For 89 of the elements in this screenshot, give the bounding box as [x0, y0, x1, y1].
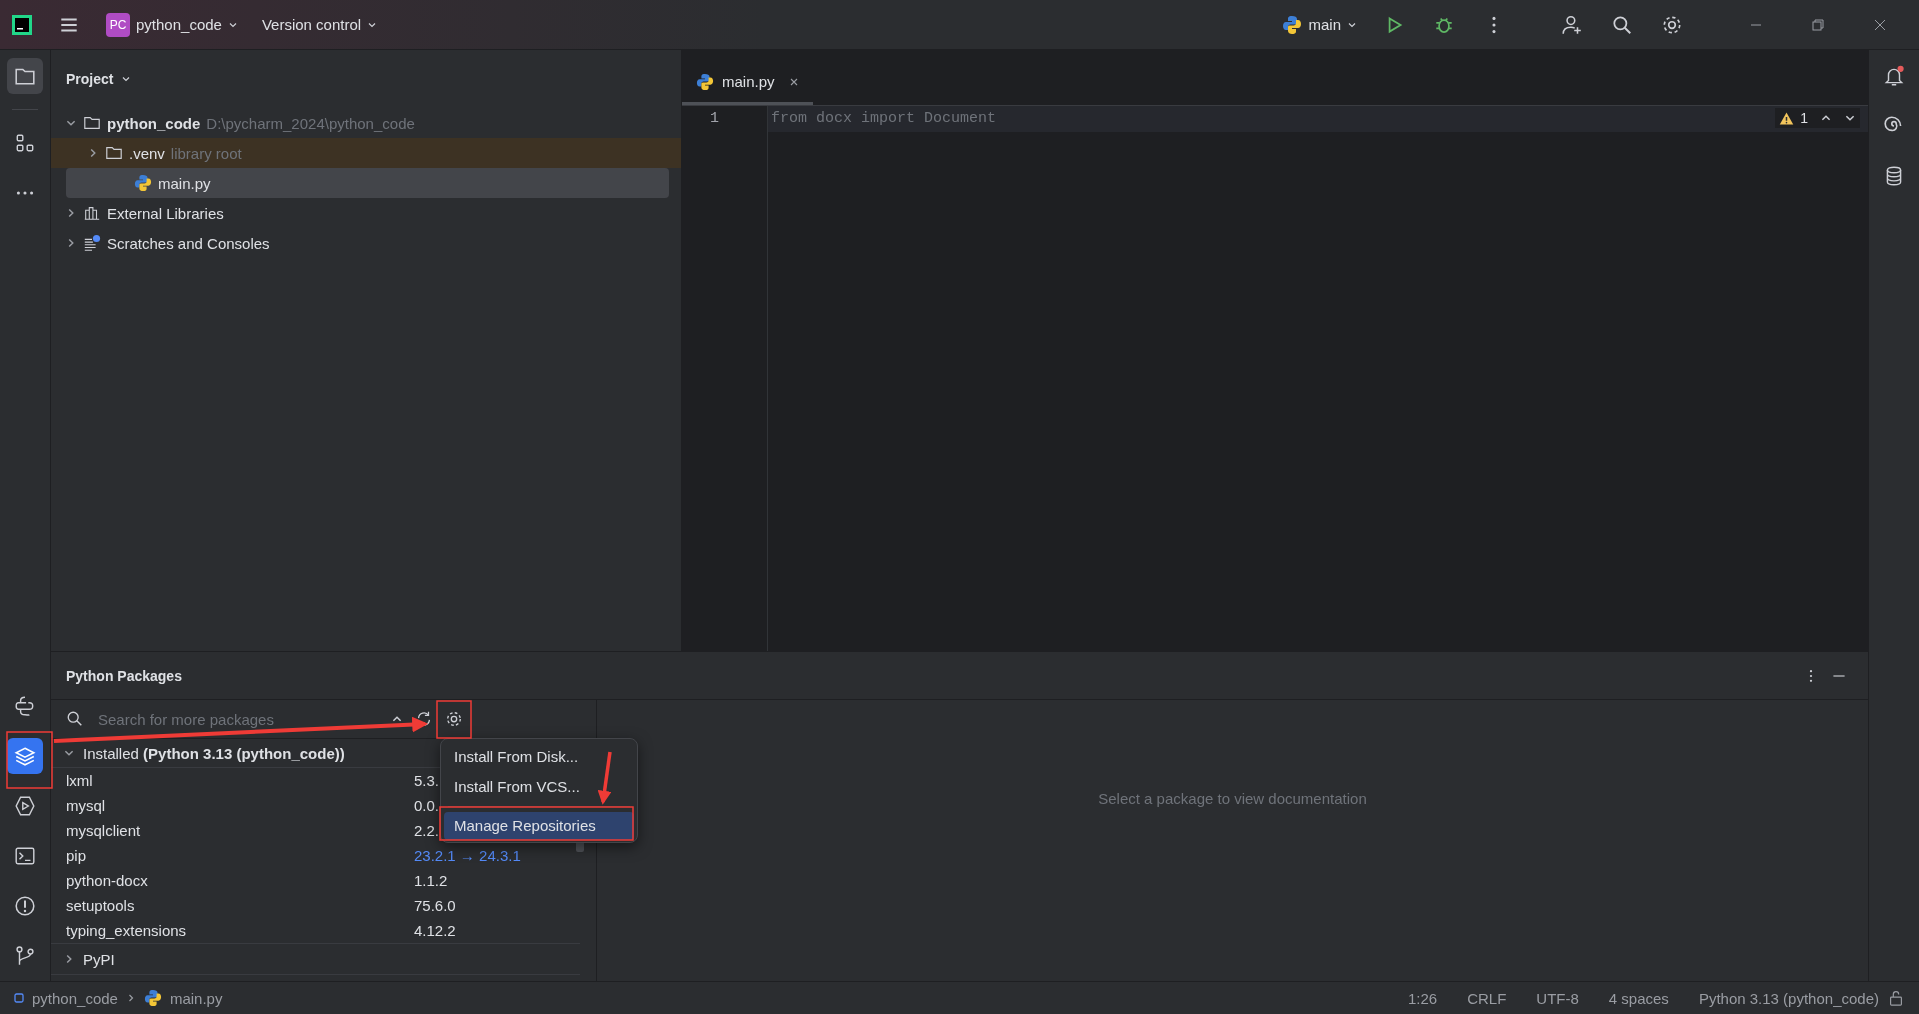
- package-version: 2.2.: [414, 822, 440, 839]
- package-name: mysqlclient: [66, 822, 142, 839]
- search-icon[interactable]: [1611, 13, 1633, 36]
- package-version: 1.1.2: [414, 872, 448, 889]
- layers-icon: [14, 745, 36, 767]
- package-version: 4.12.2: [414, 922, 456, 939]
- package-name: lxml: [66, 772, 94, 789]
- tree-item-hint: D:\pycharm_2024\python_code: [206, 114, 415, 132]
- status-item[interactable]: 1:26: [1407, 989, 1438, 1007]
- line-number: 1: [709, 109, 720, 129]
- module-icon: [14, 993, 24, 1003]
- project-badge: PC: [106, 12, 130, 37]
- tree-item[interactable]: Scratches and Consoles: [51, 228, 669, 258]
- package-name: mysql: [66, 797, 107, 814]
- package-row[interactable]: typing_extensions 4.12.2: [51, 918, 596, 943]
- annotation-arrow: [597, 751, 612, 805]
- notifications-icon[interactable]: [1883, 65, 1905, 87]
- package-version: 5.3.: [414, 772, 440, 789]
- highlight-frame: [6, 731, 53, 789]
- tree-item-hint: library root: [170, 144, 242, 162]
- services-icon[interactable]: [14, 795, 36, 817]
- package-row[interactable]: python-docx 1.1.2: [51, 868, 596, 893]
- python-console-icon[interactable]: [14, 695, 36, 717]
- package-version: 0.0.: [414, 797, 440, 814]
- tree-item-label: main.py: [158, 174, 211, 192]
- search-icon[interactable]: [66, 710, 84, 728]
- python-file-icon: [696, 72, 714, 91]
- settings-icon[interactable]: [445, 710, 463, 728]
- add-user-icon[interactable]: [1561, 13, 1583, 36]
- tree-item[interactable]: main.py: [66, 168, 669, 198]
- python-file-icon: [143, 989, 162, 1007]
- project-name: python_code: [136, 16, 222, 33]
- tab-label: main.py: [722, 73, 775, 90]
- close-icon[interactable]: [788, 76, 799, 87]
- status-item[interactable]: UTF-8: [1536, 989, 1579, 1007]
- tree-item[interactable]: .venv library root: [51, 138, 681, 168]
- lock-icon[interactable]: [1887, 989, 1905, 1007]
- package-name: typing_extensions: [66, 922, 188, 939]
- vcs-label: Version control: [261, 16, 362, 33]
- code-line: from docx import Document: [771, 110, 997, 127]
- project-switcher[interactable]: PC python_code: [98, 8, 246, 41]
- app-logo-icon: [12, 14, 32, 35]
- python-file-icon: [134, 174, 152, 192]
- vcs-menu[interactable]: Version control: [253, 12, 386, 37]
- group-label: PyPI: [83, 950, 115, 968]
- breadcrumb[interactable]: python_code: [32, 989, 118, 1007]
- folder-icon: [105, 144, 123, 162]
- library-icon: [83, 204, 101, 222]
- pypi-group-header[interactable]: PyPI: [51, 943, 580, 975]
- tree-item-label: External Libraries: [107, 204, 224, 222]
- panel-title: Project: [66, 71, 114, 87]
- panel-title: Python Packages: [66, 667, 182, 684]
- warning-icon[interactable]: [1779, 110, 1795, 126]
- menu-item[interactable]: Manage Repositories: [444, 812, 634, 840]
- python-icon: [1282, 14, 1303, 35]
- tree-item-label: .venv: [129, 144, 165, 162]
- menu-item[interactable]: Install From VCS...: [444, 773, 634, 801]
- tree-item[interactable]: python_code D:\pycharm_2024\python_code: [51, 108, 669, 138]
- terminal-icon[interactable]: [14, 845, 36, 867]
- status-item[interactable]: Python 3.13 (python_code): [1698, 989, 1879, 1007]
- problems-icon[interactable]: [14, 895, 36, 917]
- status-item[interactable]: CRLF: [1467, 989, 1507, 1007]
- package-name: pip: [66, 847, 88, 864]
- package-version: 23.2.1 → 24.3.1: [414, 847, 521, 864]
- scratches-icon: [83, 234, 101, 252]
- package-name: python-docx: [66, 872, 149, 889]
- status-item[interactable]: 4 spaces: [1608, 989, 1669, 1007]
- refresh-icon[interactable]: [415, 710, 433, 728]
- python-packages-tool-button[interactable]: [7, 738, 43, 774]
- package-row[interactable]: pip 23.2.1 → 24.3.1: [51, 843, 596, 868]
- highlight-frame: [436, 700, 472, 739]
- folder-icon: [83, 114, 101, 132]
- package-name: setuptools: [66, 897, 136, 914]
- run-config-selector[interactable]: main: [1274, 10, 1365, 39]
- tree-item[interactable]: External Libraries: [51, 198, 669, 228]
- package-row[interactable]: setuptools 75.6.0: [51, 893, 596, 918]
- warning-count: 1: [1800, 110, 1808, 126]
- git-branch-icon[interactable]: [14, 945, 36, 967]
- tree-item-label: Scratches and Consoles: [107, 234, 270, 252]
- tree-item-label: python_code: [107, 114, 201, 132]
- breadcrumb[interactable]: main.py: [169, 989, 223, 1007]
- chevron-down-icon[interactable]: [121, 74, 132, 84]
- package-version: 75.6.0: [414, 897, 456, 914]
- search-field[interactable]: Search for more packages: [96, 709, 373, 729]
- structure-icon[interactable]: [14, 132, 36, 154]
- empty-state-message: Select a package to view documentation: [1098, 790, 1367, 807]
- run-config-label: main: [1308, 16, 1341, 33]
- project-tool-button[interactable]: [7, 58, 43, 94]
- group-label: Installed (Python 3.13 (python_code)): [83, 744, 345, 762]
